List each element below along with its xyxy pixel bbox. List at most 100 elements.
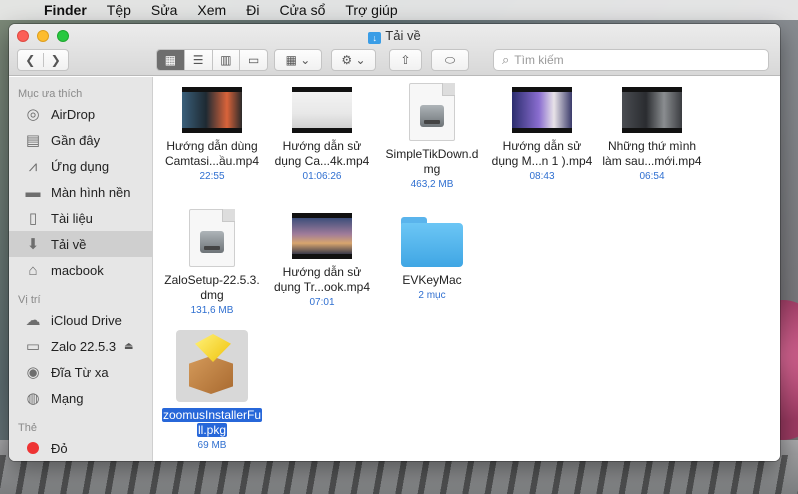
search-field[interactable]: ⌕ Tìm kiếm: [493, 49, 769, 71]
video-thumbnail: [182, 87, 242, 133]
file-meta: 2 mục: [418, 290, 446, 301]
sidebar-item-label: Đỏ: [51, 440, 68, 456]
desktop-icon: ▬: [25, 183, 41, 201]
video-thumbnail: [292, 87, 352, 133]
sidebar-item-network[interactable]: ◍ Mạng: [9, 385, 152, 411]
file-name: Hướng dẫn sử dụng Tr...ook.mp4: [273, 265, 371, 294]
sidebar-item-label: Ứng dụng: [51, 158, 110, 174]
sidebar-item-downloads[interactable]: ⬇ Tải về: [9, 231, 152, 257]
documents-icon: ▯: [28, 210, 38, 227]
sidebar: Mục ưa thích ◎ AirDrop ▤ Gần đây ⩘ Ứng d…: [9, 77, 153, 461]
gallery-view-button[interactable]: ▭: [239, 50, 267, 70]
file-item[interactable]: Hướng dẫn sử dụng Ca...4k.mp4 01:06:26: [267, 87, 377, 183]
file-grid: Hướng dẫn dùng Camtasi...ầu.mp4 22:55 Hướ…: [154, 77, 780, 461]
sidebar-header-favorites: Mục ưa thích: [18, 88, 83, 100]
eject-icon[interactable]: ⏏: [124, 341, 133, 352]
video-thumbnail: [292, 213, 352, 259]
sidebar-item-label: Đĩa Từ xa: [51, 364, 109, 380]
sidebar-item-label: iCloud Drive: [51, 312, 122, 328]
recents-icon: ▤: [25, 132, 41, 149]
column-view-button[interactable]: ▥: [211, 50, 240, 70]
window-toolbar: ↓ Tải về ❮ ❯ ▦ ☰ ▥ ▭ ▦ ⌄ ⚙ ⌄ ⇧ ⬭ ⌕ Tìm ki…: [9, 24, 780, 76]
file-item[interactable]: ZaloSetup-22.5.3. dmg 131,6 MB: [157, 209, 267, 317]
file-name: Những thứ mình làm sau...mới.mp4: [602, 139, 702, 168]
sidebar-header-tags: Thẻ: [18, 422, 37, 434]
downloads-folder-icon: ↓: [368, 32, 382, 44]
sidebar-item-label: macbook: [51, 262, 104, 278]
tag-button[interactable]: ⬭: [431, 49, 469, 71]
sidebar-item-tag-red[interactable]: Đỏ: [9, 435, 152, 461]
video-thumbnail: [622, 87, 682, 133]
sidebar-item-home[interactable]: ⌂ macbook: [9, 257, 152, 283]
file-meta: 08:43: [529, 171, 555, 182]
icon-view-button[interactable]: ▦: [157, 50, 184, 70]
file-item[interactable]: Hướng dẫn dùng Camtasi...ầu.mp4 22:55: [157, 87, 267, 183]
sidebar-item-label: AirDrop: [51, 106, 96, 122]
file-name: zoomusInstallerFu ll.pkg: [161, 408, 263, 437]
sidebar-item-zalo-disk[interactable]: ▭ Zalo 22.5.3 ⏏: [9, 333, 152, 359]
arrange-button[interactable]: ▦ ⌄: [274, 49, 322, 71]
file-item[interactable]: Hướng dẫn sử dụng Tr...ook.mp4 07:01: [267, 213, 377, 309]
sidebar-item-icloud[interactable]: ☁ iCloud Drive: [9, 307, 152, 333]
file-item[interactable]: SimpleTikDown.d mg 463,2 MB: [377, 83, 487, 191]
selection-highlight: [176, 330, 248, 402]
file-meta: 69 MB: [197, 440, 227, 451]
disk-icon: ▭: [25, 338, 41, 355]
applications-icon: ⩘: [28, 157, 38, 175]
file-name: Hướng dẫn dùng Camtasi...ầu.mp4: [164, 139, 260, 168]
sidebar-item-desktop[interactable]: ▬ Màn hình nền: [9, 179, 152, 205]
view-mode-buttons: ▦ ☰ ▥ ▭: [156, 49, 268, 71]
navigation-buttons: ❮ ❯: [17, 49, 69, 71]
sidebar-item-label: Màn hình nền: [51, 184, 131, 200]
menu-file[interactable]: Tệp: [97, 2, 141, 18]
menu-app-name[interactable]: Finder: [40, 2, 97, 18]
sidebar-item-documents[interactable]: ▯ Tài liệu: [9, 205, 152, 231]
network-icon: ◍: [26, 390, 40, 407]
file-item[interactable]: EVKeyMac 2 mục: [377, 217, 487, 302]
red-tag-icon: [27, 442, 39, 454]
folder-icon: [401, 217, 463, 267]
home-icon: ⌂: [28, 261, 38, 279]
sidebar-item-label: Mạng: [51, 390, 84, 406]
list-view-button[interactable]: ☰: [183, 50, 212, 70]
file-name: Hướng dẫn sử dụng M...n 1 ).mp4: [491, 139, 593, 168]
sidebar-item-label: Zalo 22.5.3: [51, 338, 117, 354]
search-icon: ⌕: [502, 52, 510, 67]
file-meta: 463,2 MB: [410, 179, 454, 190]
file-item[interactable]: Hướng dẫn sử dụng M...n 1 ).mp4 08:43: [487, 87, 597, 183]
cloud-icon: ☁: [25, 312, 41, 329]
search-placeholder: Tìm kiếm: [514, 53, 564, 67]
menu-window[interactable]: Cửa sổ: [269, 2, 335, 18]
airdrop-icon: ◎: [26, 106, 40, 123]
window-title-text: Tải về: [385, 28, 421, 43]
file-item[interactable]: Những thứ mình làm sau...mới.mp4 06:54: [597, 87, 707, 183]
sidebar-item-recents[interactable]: ▤ Gần đây: [9, 127, 152, 153]
file-meta: 22:55: [199, 171, 225, 182]
video-thumbnail: [512, 87, 572, 133]
file-meta: 07:01: [309, 297, 335, 308]
back-button[interactable]: ❮: [18, 53, 43, 67]
sidebar-item-applications[interactable]: ⩘ Ứng dụng: [9, 153, 152, 179]
file-meta: 01:06:26: [302, 171, 342, 182]
disk-image-icon: [409, 83, 455, 141]
action-button[interactable]: ⚙ ⌄: [331, 49, 376, 71]
file-meta: 06:54: [639, 171, 665, 182]
file-name: ZaloSetup-22.5.3. dmg: [164, 273, 260, 302]
finder-window: ↓ Tải về ❮ ❯ ▦ ☰ ▥ ▭ ▦ ⌄ ⚙ ⌄ ⇧ ⬭ ⌕ Tìm ki…: [9, 24, 780, 461]
disk-image-icon: [189, 209, 235, 267]
forward-button[interactable]: ❯: [42, 53, 69, 67]
file-meta: 131,6 MB: [190, 305, 234, 316]
sidebar-item-airdrop[interactable]: ◎ AirDrop: [9, 101, 152, 127]
menu-edit[interactable]: Sửa: [141, 2, 188, 18]
window-title: ↓ Tải về: [9, 28, 780, 44]
sidebar-item-remote-disc[interactable]: ◉ Đĩa Từ xa: [9, 359, 152, 385]
file-name: Hướng dẫn sử dụng Ca...4k.mp4: [274, 139, 370, 168]
downloads-icon: ⬇: [26, 236, 40, 253]
menu-help[interactable]: Trợ giúp: [335, 2, 407, 18]
sidebar-header-locations: Vị trí: [18, 294, 41, 306]
file-item-selected[interactable]: zoomusInstallerFu ll.pkg 69 MB: [157, 330, 267, 452]
remote-disc-icon: ◉: [26, 364, 40, 381]
share-button[interactable]: ⇧: [389, 49, 422, 71]
menu-go[interactable]: Đi: [236, 2, 269, 18]
menu-view[interactable]: Xem: [187, 2, 236, 18]
